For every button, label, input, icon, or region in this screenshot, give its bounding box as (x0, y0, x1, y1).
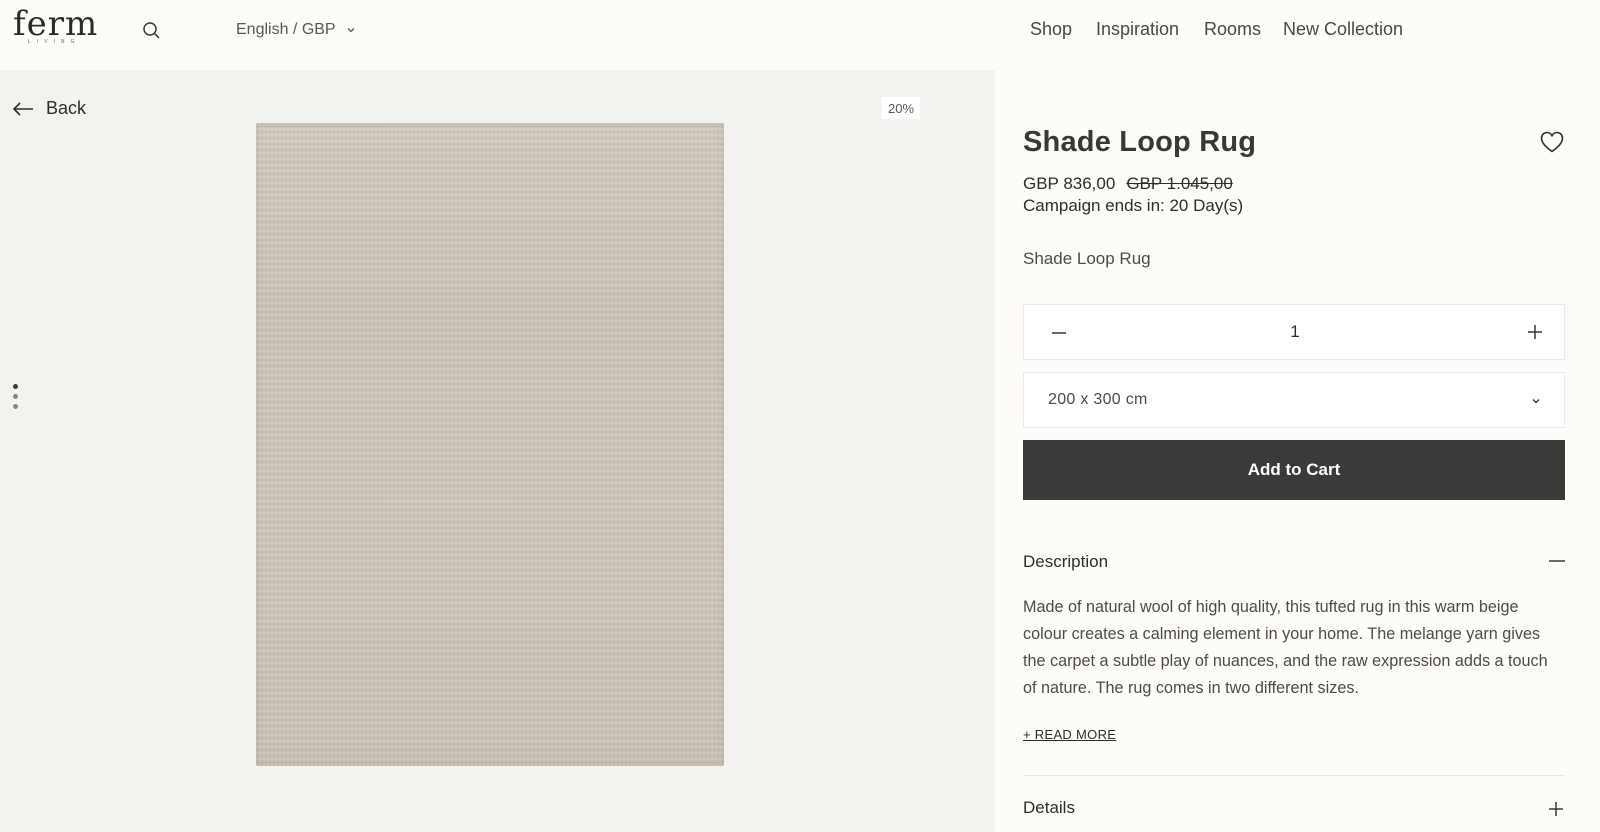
description-heading[interactable]: Description (1023, 552, 1108, 572)
sale-price: GBP 836,00 (1023, 174, 1116, 193)
add-to-cart-button[interactable]: Add to Cart (1023, 440, 1565, 500)
description-text: Made of natural wool of high quality, th… (1023, 598, 1548, 697)
gallery-dot-2[interactable] (13, 394, 18, 399)
gallery-dot-1[interactable] (13, 384, 18, 389)
arrow-left-icon (12, 101, 33, 116)
divider (1023, 775, 1565, 776)
original-price: GBP 1.045,00 (1126, 174, 1233, 193)
size-value: 200 x 300 cm (1048, 391, 1148, 408)
plus-icon[interactable] (1547, 800, 1565, 818)
campaign-countdown: Campaign ends in: 20 Day(s) (1023, 196, 1244, 215)
product-title: Shade Loop Rug (1023, 126, 1257, 158)
minus-icon[interactable] (1549, 560, 1565, 562)
nav-new-collection[interactable]: New Collection (1283, 19, 1403, 40)
product-gallery: Back 20% (0, 70, 995, 832)
size-select[interactable]: 200 x 300 cm (1023, 372, 1565, 428)
logo[interactable]: ferm (13, 4, 98, 44)
locale-label: English / GBP (236, 21, 336, 38)
quantity-value[interactable]: 1 (1024, 322, 1566, 342)
variant-name: Shade Loop Rug (1023, 249, 1151, 268)
back-button[interactable]: Back (12, 98, 86, 119)
product-image[interactable] (256, 123, 724, 766)
heart-icon[interactable] (1539, 130, 1565, 154)
nav-shop[interactable]: Shop (1030, 19, 1072, 40)
back-label: Back (46, 98, 87, 118)
site-header: ferm LIVING English / GBP Shop Inspirati… (0, 0, 1600, 70)
discount-badge: 20% (882, 97, 920, 119)
chevron-down-icon (1532, 399, 1540, 404)
gallery-dot-3[interactable] (13, 404, 18, 409)
nav-inspiration[interactable]: Inspiration (1096, 19, 1179, 40)
nav-rooms[interactable]: Rooms (1204, 19, 1261, 40)
quantity-stepper: 1 (1023, 304, 1565, 360)
gallery-pagination (13, 384, 18, 414)
search-icon[interactable] (142, 21, 162, 41)
read-more-link[interactable]: + READ MORE (1023, 727, 1116, 742)
details-heading[interactable]: Details (1023, 798, 1075, 818)
locale-selector[interactable]: English / GBP (236, 21, 356, 39)
plus-icon[interactable] (1524, 321, 1546, 343)
price-row: GBP 836,00 GBP 1.045,00 (1023, 174, 1233, 194)
chevron-down-icon (347, 28, 355, 33)
logo-subtitle: LIVING (28, 39, 81, 45)
